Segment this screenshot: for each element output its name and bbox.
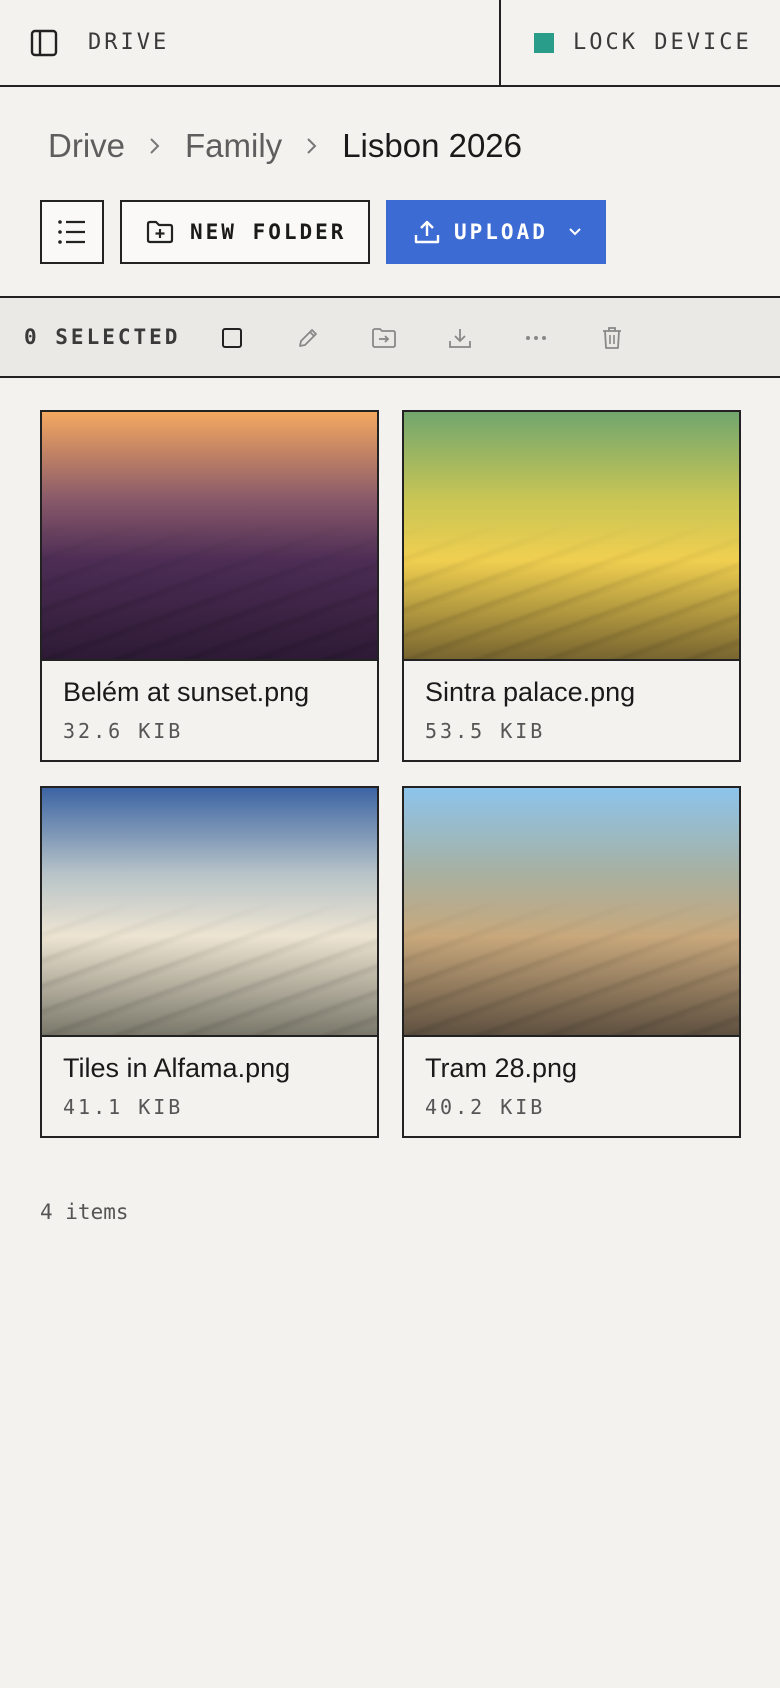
- top-bar: DRIVE LOCK DEVICE: [0, 0, 780, 87]
- trash-icon[interactable]: [598, 324, 626, 352]
- list-icon: [58, 220, 85, 244]
- download-icon[interactable]: [446, 324, 474, 352]
- new-folder-button[interactable]: NEW FOLDER: [120, 200, 370, 264]
- drive-label[interactable]: DRIVE: [88, 30, 169, 55]
- list-view-button[interactable]: [40, 200, 104, 264]
- file-name: Belém at sunset.png: [63, 677, 310, 707]
- move-to-folder-icon[interactable]: [370, 324, 398, 352]
- selection-toolbar: 0 SELECTED: [0, 296, 780, 378]
- lock-device-button[interactable]: LOCK DEVICE: [501, 0, 780, 85]
- file-size: 40.2 KIB: [425, 1095, 546, 1119]
- chevron-right-icon: [306, 136, 318, 156]
- file-thumbnail: [404, 412, 739, 661]
- action-bar: NEW FOLDER UPLOAD: [40, 200, 606, 264]
- select-all-checkbox-icon[interactable]: [218, 324, 246, 352]
- new-folder-label: NEW FOLDER: [190, 220, 347, 244]
- file-thumbnail: [42, 788, 377, 1037]
- file-card[interactable]: Sintra palace.png 53.5 KIB: [402, 410, 741, 762]
- file-card[interactable]: Belém at sunset.png 32.6 KIB: [40, 410, 379, 762]
- file-name: Tram 28.png: [425, 1053, 578, 1083]
- upload-button[interactable]: UPLOAD: [386, 200, 606, 264]
- file-name: Sintra palace.png: [425, 677, 636, 707]
- file-size: 32.6 KIB: [63, 719, 184, 743]
- file-size: 53.5 KIB: [425, 719, 546, 743]
- file-thumbnail: [404, 788, 739, 1037]
- topbar-left: DRIVE: [0, 0, 501, 85]
- chevron-right-icon: [149, 136, 161, 156]
- selected-count: 0 SELECTED: [24, 325, 181, 349]
- sidebar-toggle-icon[interactable]: [29, 28, 59, 58]
- rename-pencil-icon[interactable]: [294, 324, 322, 352]
- upload-label: UPLOAD: [454, 220, 548, 244]
- file-name: Tiles in Alfama.png: [63, 1053, 291, 1083]
- items-count: 4 items: [40, 1200, 129, 1224]
- folder-plus-icon: [146, 220, 174, 244]
- file-card[interactable]: Tram 28.png 40.2 KIB: [402, 786, 741, 1138]
- breadcrumb: Drive Family Lisbon 2026: [48, 124, 522, 168]
- lock-device-label: LOCK DEVICE: [573, 30, 752, 55]
- breadcrumb-drive[interactable]: Drive: [48, 127, 125, 165]
- breadcrumb-family[interactable]: Family: [185, 127, 282, 165]
- more-options-icon[interactable]: [522, 324, 550, 352]
- file-size: 41.1 KIB: [63, 1095, 184, 1119]
- file-card[interactable]: Tiles in Alfama.png 41.1 KIB: [40, 786, 379, 1138]
- chevron-down-icon[interactable]: [568, 227, 582, 237]
- breadcrumb-current: Lisbon 2026: [342, 127, 523, 164]
- lock-status-indicator: [534, 32, 554, 53]
- file-thumbnail: [42, 412, 377, 661]
- upload-icon: [414, 220, 440, 244]
